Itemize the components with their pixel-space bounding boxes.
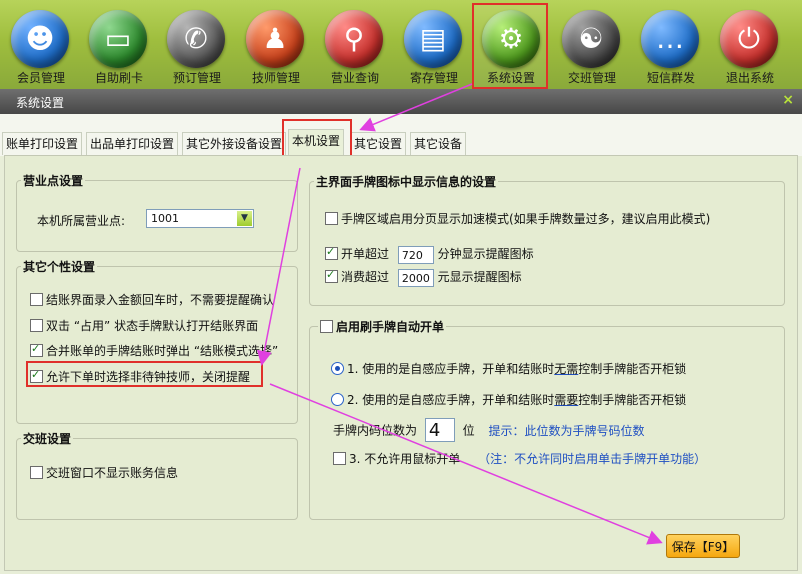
group-title: 营业点设置: [21, 172, 86, 189]
radio-label-emphasis: 无需: [554, 362, 579, 376]
tab-bill-print[interactable]: 账单打印设置: [2, 132, 83, 155]
business-point-label: 本机所属营业点:: [37, 214, 126, 228]
card-digits-hint: 提示：此位数为手牌号码位数: [488, 423, 645, 438]
field-suffix: 分钟显示提醒图标: [437, 247, 534, 261]
card-icon: ▭: [89, 10, 147, 68]
spend-threshold-row: 消费超过 2000 元显示提醒图标: [325, 268, 522, 287]
checkbox[interactable]: [30, 319, 43, 332]
group-title: 主界面手牌图标中显示信息的设置: [314, 173, 499, 190]
technician-icon: ♟: [246, 10, 304, 68]
checkbox-label: 手牌区域启用分页显示加速模式(如果手牌数量过多，建议启用此模式): [341, 212, 711, 226]
checkbox[interactable]: [30, 466, 43, 479]
tab-bar: 账单打印设置 出品单打印设置 其它外接设备设置 本机设置 其它设置 其它设备: [0, 114, 802, 156]
field-suffix: 元显示提醒图标: [437, 270, 522, 284]
phone-icon: ✆: [167, 10, 225, 68]
card-digits-input[interactable]: 4: [424, 418, 455, 442]
toolbar-label: 预订管理: [172, 71, 221, 85]
main-icon-group: 主界面手牌图标中显示信息的设置: [309, 173, 785, 306]
close-icon[interactable]: ×: [782, 92, 794, 108]
radio-button[interactable]: [331, 362, 344, 375]
main-toolbar: ☻ 会员管理 ▭ 自助刷卡 ✆ 预订管理 ♟ 技师管理 ⚲ 营业查询 ▤ 寄存管…: [0, 0, 802, 89]
gear-icon: ⚙: [482, 10, 540, 68]
group-title: 其它个性设置: [21, 258, 98, 275]
checkbox-label: 双击 “占用” 状态手牌默认打开结账界面: [46, 319, 259, 333]
checkbox-merge-bill[interactable]: 合并账单的手牌结账时弹出 “结账模式选择”: [30, 342, 278, 359]
checkbox-label: 结账界面录入金额回车时，不需要提醒确认: [46, 293, 275, 307]
toolbar-storage-button[interactable]: ▤ 寄存管理: [395, 4, 473, 88]
radio-no-lock-control[interactable]: 1. 使用的是自感应手牌，开单和结账时无需控制手牌能否开柜锁: [331, 360, 686, 377]
open-threshold-row: 开单超过 720 分钟显示提醒图标: [325, 245, 534, 264]
radio-label: 2. 使用的是自感应手牌，开单和结账时: [347, 393, 555, 407]
save-button[interactable]: 保存【F9】: [666, 534, 740, 558]
toolbar-label: 自助刷卡: [94, 71, 143, 85]
checkbox-no-mouse-open[interactable]: 3. 不允许用鼠标开单 （注：不允许同时启用单击手牌开单功能）: [333, 450, 706, 467]
member-icon: ☻: [11, 10, 69, 68]
power-icon: ⏻: [720, 10, 778, 68]
checkbox[interactable]: [30, 342, 43, 357]
checkbox-double-click[interactable]: 双击 “占用” 状态手牌默认打开结账界面: [30, 317, 258, 334]
shift-icon: ☯: [562, 10, 620, 68]
toolbar-label: 营业查询: [330, 71, 379, 85]
toolbar-label: 短信群发: [646, 71, 695, 85]
checkbox[interactable]: [333, 452, 346, 465]
checkbox-label: 开单超过: [341, 247, 390, 261]
bag-icon: ▤: [404, 10, 462, 68]
business-point-select[interactable]: 1001 ▼: [146, 209, 254, 228]
toolbar-label: 寄存管理: [409, 71, 458, 85]
card-digits-label: 手牌内码位数为: [333, 423, 418, 438]
toolbar-label: 退出系统: [725, 71, 774, 85]
toolbar-sms-button[interactable]: … 短信群发: [632, 4, 710, 88]
toolbar-label: 技师管理: [251, 71, 300, 85]
checkbox[interactable]: [325, 212, 338, 225]
checkbox[interactable]: [320, 320, 333, 333]
toolbar-label: 会员管理: [16, 71, 65, 85]
tab-other-settings[interactable]: 其它设置: [350, 132, 407, 155]
checkbox[interactable]: [30, 293, 43, 306]
window-title: 系统设置: [16, 96, 65, 110]
radio-button[interactable]: [331, 393, 344, 406]
tab-dish-print[interactable]: 出品单打印设置: [86, 132, 179, 155]
checkbox-note: （注：不允许同时启用单击手牌开单功能）: [478, 452, 707, 466]
checkbox-highlight-box: [26, 361, 263, 387]
toolbar-exit-button[interactable]: ⏻ 退出系统: [711, 4, 789, 88]
toolbar-query-button[interactable]: ⚲ 营业查询: [316, 4, 394, 88]
checkbox-label: 交班窗口不显示账务信息: [46, 466, 179, 480]
toolbar-label: 交班管理: [567, 71, 616, 85]
business-point-value: 1001: [151, 212, 179, 225]
radio-lock-control[interactable]: 2. 使用的是自感应手牌，开单和结账时需要控制手牌能否开柜锁: [331, 391, 686, 408]
toolbar-booking-button[interactable]: ✆ 预订管理: [158, 4, 236, 88]
window-titlebar: 系统设置 ×: [0, 89, 802, 114]
toolbar-member-button[interactable]: ☻ 会员管理: [2, 4, 80, 88]
checkbox-no-confirm[interactable]: 结账界面录入金额回车时，不需要提醒确认: [30, 291, 274, 308]
checkbox[interactable]: [325, 245, 338, 260]
checkbox-paging[interactable]: 手牌区域启用分页显示加速模式(如果手牌数量过多，建议启用此模式): [325, 210, 710, 227]
card-digits-row: 手牌内码位数为 4 位 提示：此位数为手牌号码位数: [333, 418, 645, 442]
checkbox[interactable]: [325, 268, 338, 283]
checkbox-label: 合并账单的手牌结账时弹出 “结账模式选择”: [46, 344, 279, 358]
toolbar-card-button[interactable]: ▭ 自助刷卡: [80, 4, 158, 88]
checkbox-label: 3. 不允许用鼠标开单: [349, 452, 461, 466]
spend-amount-input[interactable]: 2000: [397, 268, 434, 287]
radio-label: 控制手牌能否开柜锁: [578, 393, 687, 407]
toolbar-shift-button[interactable]: ☯ 交班管理: [553, 4, 631, 88]
radio-label: 1. 使用的是自感应手牌，开单和结账时: [347, 362, 555, 376]
checkbox-label: 消费超过: [341, 270, 390, 284]
search-icon: ⚲: [325, 10, 383, 68]
group-title: 启用刷手牌自动开单: [318, 318, 447, 335]
toolbar-technician-button[interactable]: ♟ 技师管理: [237, 4, 315, 88]
card-digits-unit: 位: [462, 423, 475, 438]
tab-external-device[interactable]: 其它外接设备设置: [182, 132, 287, 155]
checkbox-hide-accounts[interactable]: 交班窗口不显示账务信息: [30, 464, 178, 481]
group-title: 交班设置: [21, 430, 74, 447]
toolbar-settings-button[interactable]: ⚙ 系统设置: [472, 3, 548, 89]
toolbar-label: 系统设置: [486, 71, 535, 85]
open-minutes-input[interactable]: 720: [397, 245, 434, 264]
radio-label-emphasis: 需要: [554, 393, 579, 407]
tab-other-devices[interactable]: 其它设备: [410, 132, 467, 155]
sms-icon: …: [641, 10, 699, 68]
radio-label: 控制手牌能否开柜锁: [578, 362, 687, 376]
chevron-down-icon[interactable]: ▼: [237, 211, 252, 226]
